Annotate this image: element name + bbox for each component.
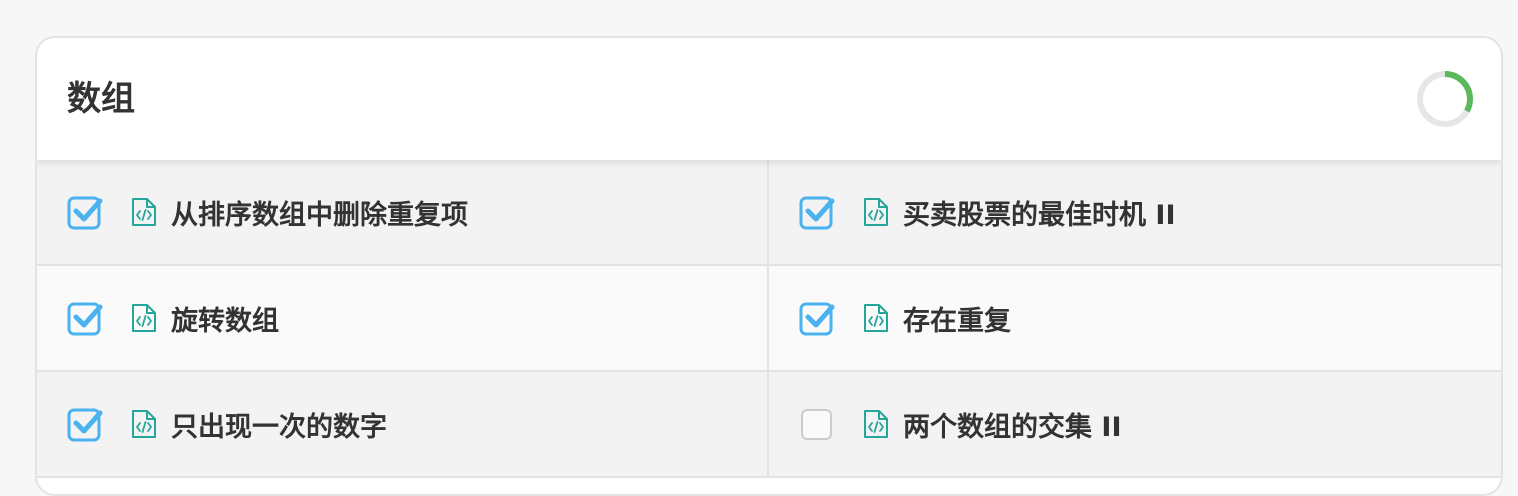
problem-title[interactable]: 两个数组的交集 II bbox=[903, 405, 1122, 444]
problem-item[interactable]: 只出现一次的数字 bbox=[37, 372, 769, 478]
checkbox-checked-icon[interactable] bbox=[67, 300, 103, 336]
code-file-icon bbox=[132, 304, 156, 332]
code-file-icon bbox=[132, 198, 156, 226]
problem-item[interactable]: 存在重复 bbox=[769, 266, 1501, 372]
problem-grid: 从排序数组中删除重复项 买卖股票的最佳时机 II 旋转数组 存在重复 只出现一次… bbox=[37, 160, 1501, 478]
problem-item[interactable]: 从排序数组中删除重复项 bbox=[37, 160, 769, 266]
card-header: 数组 bbox=[37, 38, 1501, 160]
problem-title[interactable]: 只出现一次的数字 bbox=[171, 405, 387, 444]
problem-title[interactable]: 旋转数组 bbox=[171, 299, 279, 338]
problem-title[interactable]: 存在重复 bbox=[903, 299, 1011, 338]
category-title: 数组 bbox=[67, 79, 135, 119]
checkbox-checked-icon[interactable] bbox=[799, 194, 835, 230]
checkbox-unchecked-icon[interactable] bbox=[799, 406, 835, 442]
progress-ring-icon bbox=[1417, 71, 1473, 127]
code-file-icon bbox=[864, 410, 888, 438]
code-file-icon bbox=[864, 304, 888, 332]
checkbox-checked-icon[interactable] bbox=[67, 194, 103, 230]
code-file-icon bbox=[864, 198, 888, 226]
problem-title[interactable]: 买卖股票的最佳时机 II bbox=[903, 193, 1176, 232]
problem-item[interactable]: 两个数组的交集 II bbox=[769, 372, 1501, 478]
problem-title[interactable]: 从排序数组中删除重复项 bbox=[171, 193, 468, 232]
problem-item[interactable]: 买卖股票的最佳时机 II bbox=[769, 160, 1501, 266]
checkbox-checked-icon[interactable] bbox=[67, 406, 103, 442]
problem-item[interactable]: 旋转数组 bbox=[37, 266, 769, 372]
code-file-icon bbox=[132, 410, 156, 438]
problem-category-card: 数组 从排序数组中删除重复项 买卖股票的最佳时机 II 旋转数组 存在重复 只出… bbox=[35, 36, 1503, 496]
checkbox-checked-icon[interactable] bbox=[799, 300, 835, 336]
